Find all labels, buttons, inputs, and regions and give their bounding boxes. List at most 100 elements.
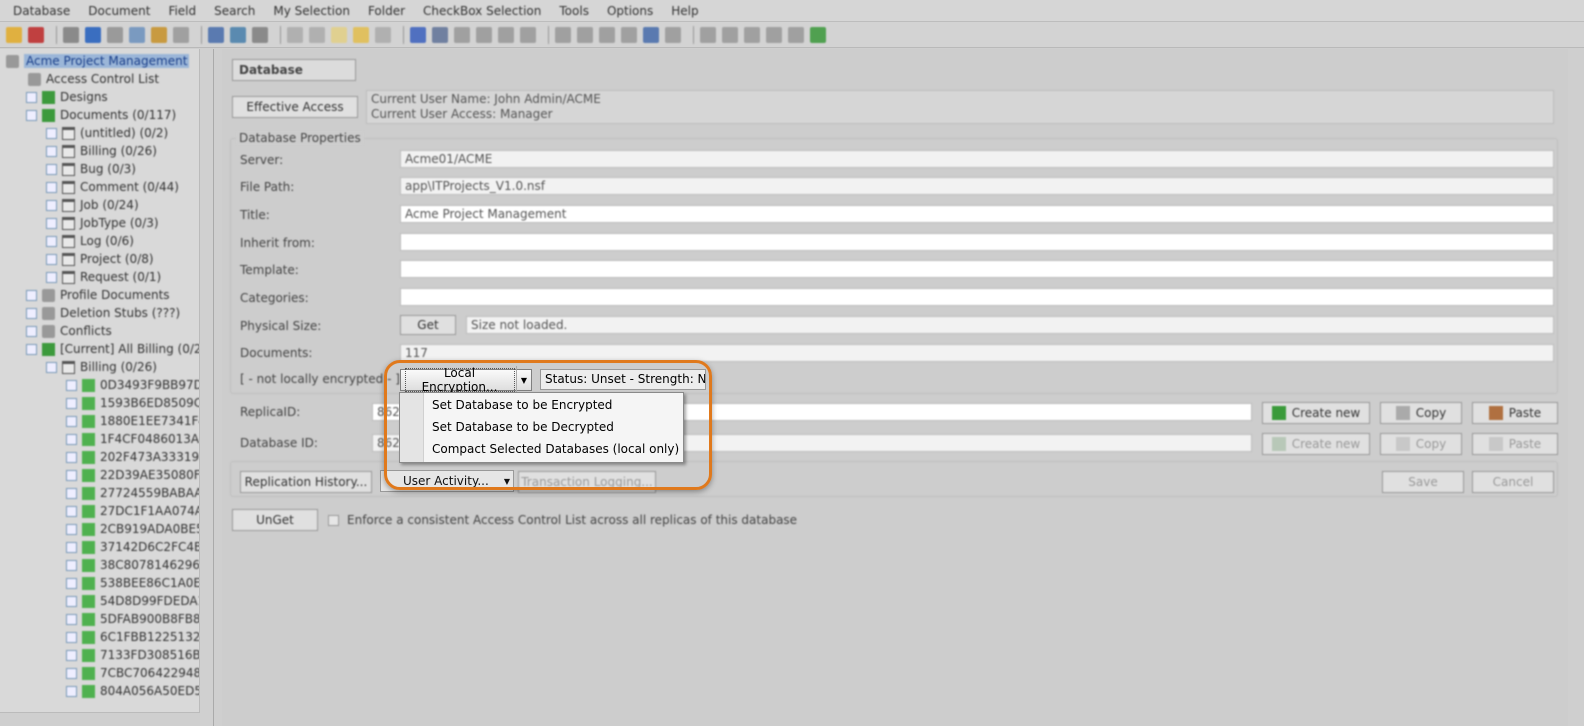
tree-document-item[interactable]: 22D39AE35080FB bbox=[66, 466, 209, 484]
menu-item-encrypt[interactable]: Set Database to be Encrypted bbox=[432, 398, 612, 412]
view-icon[interactable] bbox=[230, 26, 246, 43]
paste-dbid-button[interactable]: Paste bbox=[1472, 433, 1558, 455]
get-size-button[interactable]: Get bbox=[400, 315, 456, 335]
checkbox[interactable] bbox=[66, 577, 77, 589]
mail-icon[interactable] bbox=[643, 26, 659, 43]
edit-icon[interactable] bbox=[353, 26, 369, 43]
design-icon[interactable] bbox=[107, 26, 123, 43]
checkbox[interactable] bbox=[46, 145, 57, 157]
checkbox[interactable] bbox=[46, 253, 57, 265]
tree-item-folder[interactable]: Log (0/6) bbox=[46, 232, 134, 250]
refresh-icon[interactable] bbox=[85, 26, 101, 43]
tree-document-item[interactable]: 1593B6ED8509C1 bbox=[66, 394, 210, 412]
run-icon[interactable] bbox=[555, 26, 571, 43]
tool-e-icon[interactable] bbox=[788, 26, 804, 43]
search-icon[interactable] bbox=[208, 26, 224, 43]
tree-item-folder[interactable]: JobType (0/3) bbox=[46, 214, 159, 232]
tree-document-item[interactable]: 202F473A33319D bbox=[66, 448, 208, 466]
checkbox[interactable] bbox=[46, 271, 57, 283]
invert-icon[interactable] bbox=[520, 26, 536, 43]
cancel-button[interactable]: Cancel bbox=[1472, 471, 1554, 493]
menu-my-selection[interactable]: My Selection bbox=[264, 4, 359, 18]
tree-document-item[interactable]: 0D3493F9BB97D5 bbox=[66, 376, 211, 394]
checkbox[interactable] bbox=[26, 307, 37, 319]
checkbox[interactable] bbox=[46, 361, 57, 373]
tree-document-item[interactable]: 7133FD308516BA bbox=[66, 646, 209, 664]
categories-field[interactable] bbox=[400, 288, 1554, 306]
tree-document-item[interactable]: 7CBC706422948B6 bbox=[66, 664, 213, 682]
copy-dbid-button[interactable]: Copy bbox=[1380, 433, 1462, 455]
checkbox[interactable] bbox=[46, 235, 57, 247]
tree-document-item[interactable]: 804A056A50ED5E bbox=[66, 682, 210, 700]
checkbox[interactable] bbox=[26, 325, 37, 337]
tree-item-acl[interactable]: Access Control List bbox=[28, 70, 159, 88]
tree-item-folder[interactable]: Comment (0/44) bbox=[46, 178, 179, 196]
checkbox[interactable] bbox=[66, 631, 77, 643]
tree-document-item[interactable]: 1880E1EE7341F4 bbox=[66, 412, 206, 430]
template-field[interactable] bbox=[400, 260, 1554, 278]
checkbox[interactable] bbox=[46, 181, 57, 193]
check-icon[interactable] bbox=[410, 26, 426, 43]
tab-database[interactable]: Database bbox=[232, 59, 356, 81]
tree-item-designs[interactable]: Designs bbox=[26, 88, 108, 106]
checkbox[interactable] bbox=[66, 451, 77, 463]
checkbox[interactable] bbox=[26, 343, 37, 355]
select-icon[interactable] bbox=[454, 26, 470, 43]
inherit-field[interactable] bbox=[400, 233, 1554, 251]
properties-icon[interactable] bbox=[63, 26, 79, 43]
checkbox[interactable] bbox=[66, 595, 77, 607]
tree-item-deletion-stubs[interactable]: Deletion Stubs (???) bbox=[26, 304, 180, 322]
menu-checkbox-selection[interactable]: CheckBox Selection bbox=[414, 4, 550, 18]
tree-document-item[interactable]: 1F4CF0486013AB bbox=[66, 430, 207, 448]
copy-icon[interactable] bbox=[129, 26, 145, 43]
checkbox[interactable] bbox=[66, 685, 77, 697]
tree-document-item[interactable]: 54D8D99FDEDA10 bbox=[66, 592, 213, 610]
delete-icon[interactable] bbox=[432, 26, 448, 43]
tree-item-profile-documents[interactable]: Profile Documents bbox=[26, 286, 170, 304]
checkbox[interactable] bbox=[66, 379, 77, 391]
tree-item-folder[interactable]: Billing (0/26) bbox=[46, 142, 157, 160]
checkbox[interactable] bbox=[66, 505, 77, 517]
menu-item-decrypt[interactable]: Set Database to be Decrypted bbox=[432, 420, 614, 434]
tree-document-item[interactable]: 5DFAB900B8FB86 bbox=[66, 610, 208, 628]
checkbox[interactable] bbox=[26, 109, 37, 121]
checkbox[interactable] bbox=[26, 91, 37, 103]
checkbox[interactable] bbox=[66, 559, 77, 571]
deselect-icon[interactable] bbox=[498, 26, 514, 43]
menu-database[interactable]: Database bbox=[4, 4, 79, 18]
save-button[interactable]: Save bbox=[1382, 471, 1464, 493]
transaction-logging-button[interactable]: Transaction Logging... bbox=[518, 471, 656, 493]
checkbox[interactable] bbox=[66, 523, 77, 535]
tree-document-item[interactable]: 37142D6C2FC4BA bbox=[66, 538, 210, 556]
checkbox[interactable] bbox=[66, 487, 77, 499]
close-db-icon[interactable] bbox=[28, 26, 44, 43]
copy-replica-button[interactable]: Copy bbox=[1380, 402, 1462, 424]
tree-root[interactable]: Acme Project Management bbox=[6, 52, 190, 70]
checkbox[interactable] bbox=[46, 127, 57, 139]
tree-item-current-view[interactable]: [Current] All Billing (0/26) bbox=[26, 340, 213, 358]
checkbox[interactable] bbox=[66, 397, 77, 409]
create-new-dbid-button[interactable]: Create new bbox=[1262, 433, 1370, 455]
tree-document-item[interactable]: 27724559BABAA1 bbox=[66, 484, 210, 502]
export-icon[interactable] bbox=[287, 26, 303, 43]
tree-item-folder[interactable]: Job (0/24) bbox=[46, 196, 139, 214]
checkbox[interactable] bbox=[66, 469, 77, 481]
tree-document-item[interactable]: 2CB919ADA0BE5C bbox=[66, 520, 212, 538]
menu-options[interactable]: Options bbox=[598, 4, 662, 18]
checkbox[interactable] bbox=[46, 217, 57, 229]
formula-icon[interactable] bbox=[599, 26, 615, 43]
unget-button[interactable]: UnGet bbox=[232, 509, 318, 531]
title-field[interactable]: Acme Project Management bbox=[400, 205, 1554, 223]
tree-document-item[interactable]: 38C8078146296E bbox=[66, 556, 208, 574]
tool-d-icon[interactable] bbox=[766, 26, 782, 43]
checkbox[interactable] bbox=[66, 649, 77, 661]
tool-c-icon[interactable] bbox=[744, 26, 760, 43]
tree-item-folder[interactable]: Billing (0/26) bbox=[46, 358, 157, 376]
checkbox[interactable] bbox=[46, 163, 57, 175]
paste-replica-button[interactable]: Paste bbox=[1472, 402, 1558, 424]
script-icon[interactable] bbox=[621, 26, 637, 43]
checkbox[interactable] bbox=[66, 613, 77, 625]
field-icon[interactable] bbox=[375, 26, 391, 43]
tree-item-folder[interactable]: Request (0/1) bbox=[46, 268, 161, 286]
tree-item-folder[interactable]: Project (0/8) bbox=[46, 250, 154, 268]
